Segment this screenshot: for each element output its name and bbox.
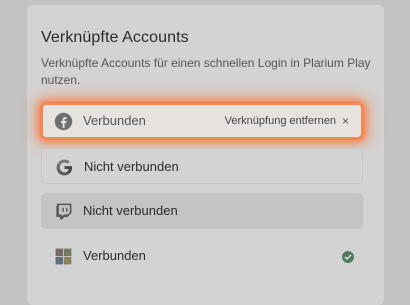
account-status-label: Verbunden [83, 113, 146, 128]
account-status-label: Nicht verbunden [83, 203, 178, 218]
close-icon: × [341, 114, 349, 128]
account-row-twitch[interactable]: Nicht verbunden [41, 193, 363, 229]
account-status-label: Nicht verbunden [84, 159, 179, 174]
remove-link-label: Verknüpfung entfernen [224, 115, 336, 127]
account-row-google[interactable]: Nicht verbunden [41, 148, 363, 184]
facebook-icon [54, 112, 73, 131]
section-description: Verknüpfte Accounts für einen schnellen … [41, 56, 371, 87]
account-row-facebook[interactable]: Verbunden Verknüpfung entfernen × [41, 103, 363, 139]
account-row-microsoft[interactable]: Verbunden [41, 238, 363, 274]
account-status-label: Verbunden [83, 248, 146, 263]
google-icon [55, 158, 74, 177]
remove-link-button[interactable]: Verknüpfung entfernen × [225, 105, 349, 137]
section-title: Verknüpfte Accounts [41, 29, 189, 46]
twitch-icon [54, 202, 73, 221]
check-icon [342, 250, 354, 263]
microsoft-icon [54, 247, 73, 266]
